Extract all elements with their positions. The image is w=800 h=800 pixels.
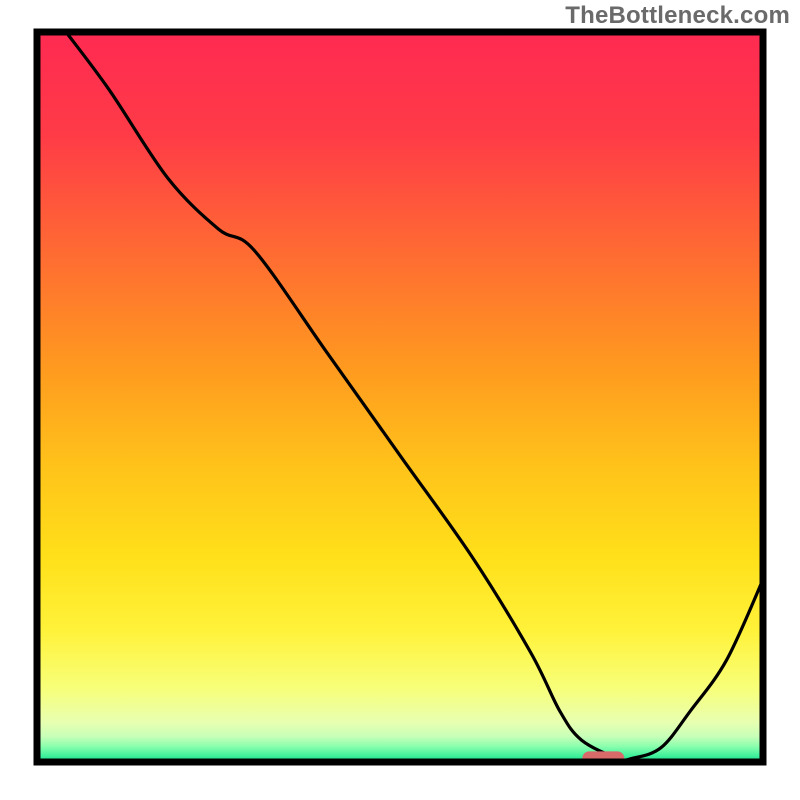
gradient-fill [37, 32, 763, 762]
watermark-text: TheBottleneck.com [565, 2, 790, 30]
chart-stage: TheBottleneck.com [0, 0, 800, 800]
bottleneck-chart [0, 0, 800, 800]
